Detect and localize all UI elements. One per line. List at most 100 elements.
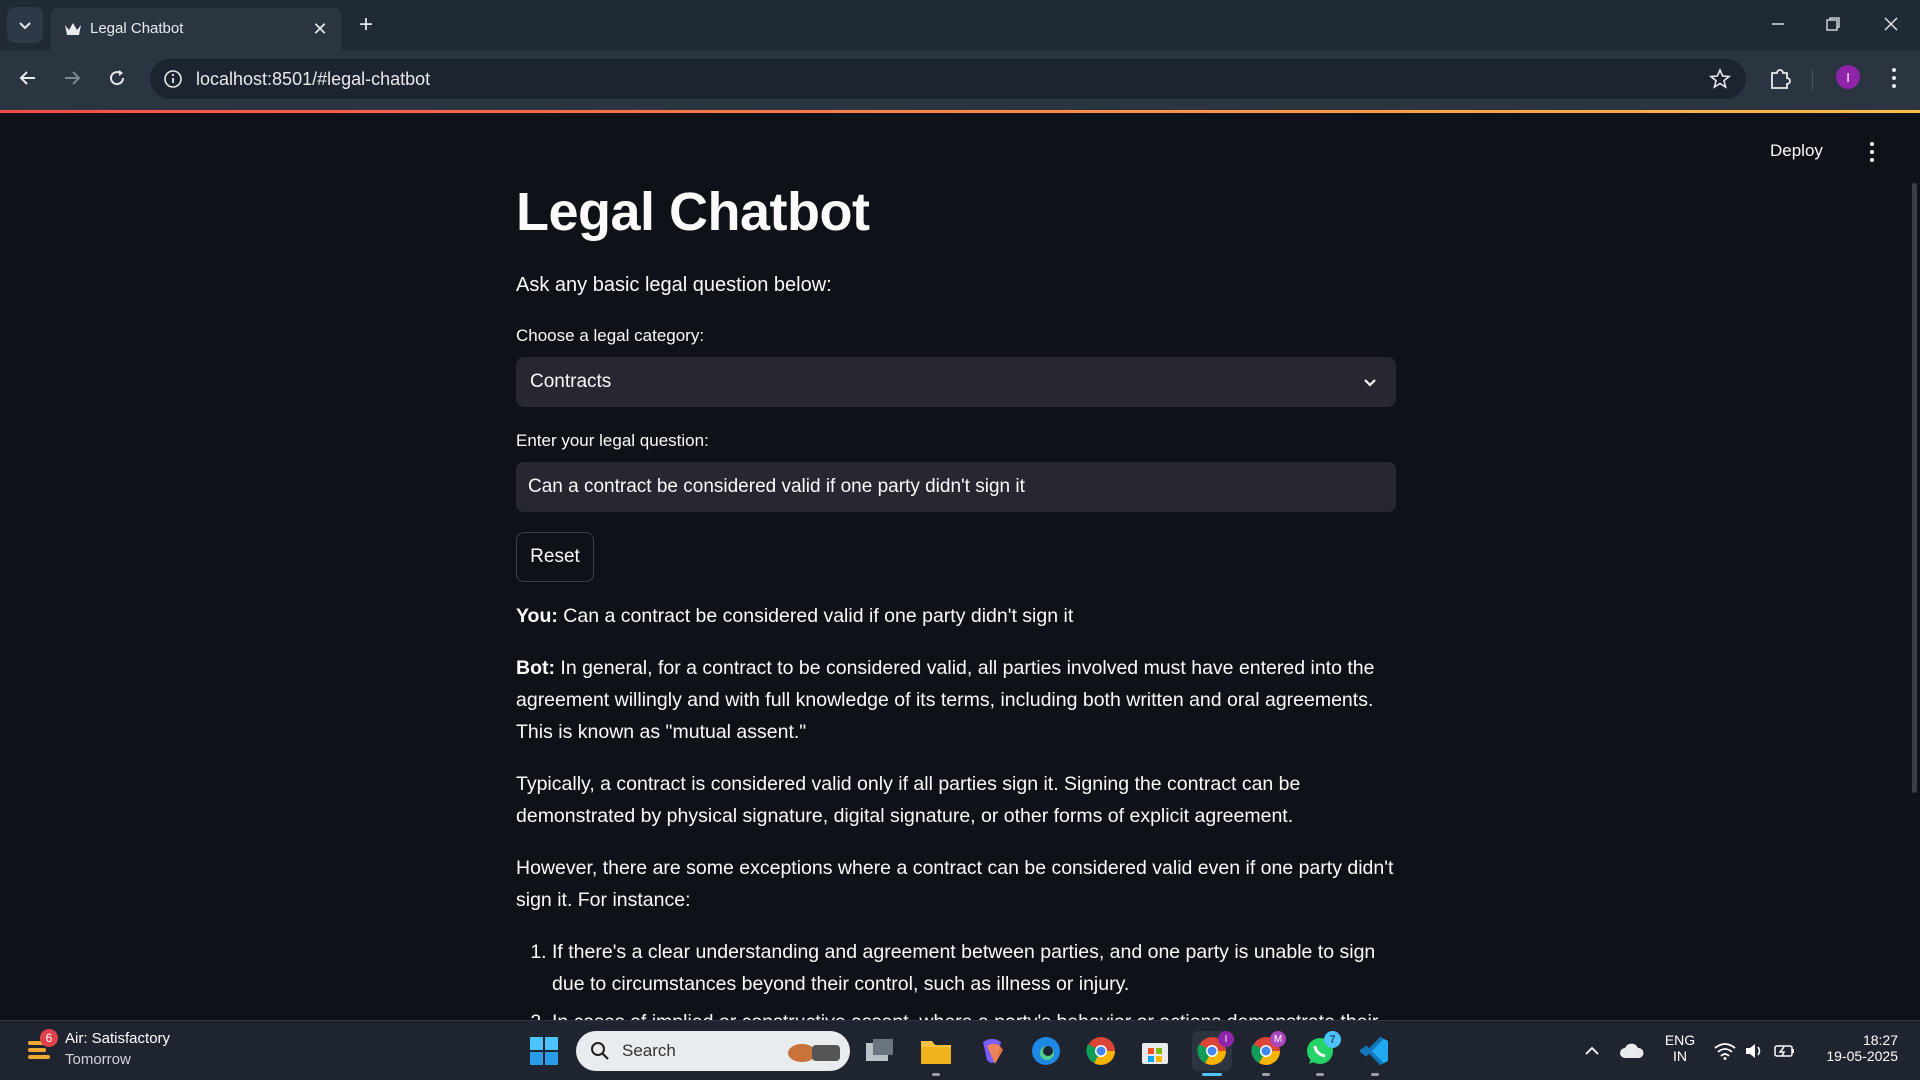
star-icon[interactable]	[1708, 67, 1732, 91]
question-label: Enter your legal question:	[516, 431, 709, 450]
arrow-left-icon	[19, 71, 35, 85]
user-message-text: Can a contract be considered valid if on…	[557, 605, 1074, 627]
category-selected-value: Contracts	[530, 371, 612, 392]
battery-charging-icon	[1774, 1045, 1794, 1057]
user-label: You:	[516, 605, 558, 627]
page-subtitle: Ask any basic legal question below:	[516, 274, 832, 296]
back-button[interactable]	[12, 62, 44, 94]
taskbar-search[interactable]: Search	[576, 1031, 850, 1071]
vscode-button[interactable]	[1357, 1033, 1393, 1069]
running-indicator	[1316, 1073, 1324, 1076]
profile-badge: M	[1270, 1031, 1286, 1047]
language-indicator[interactable]: ENG IN	[1660, 1032, 1700, 1064]
edge-button[interactable]	[1028, 1033, 1064, 1069]
browser-tabstrip: Legal Chatbot ✕ +	[0, 0, 1920, 50]
search-icon	[591, 1042, 609, 1060]
running-indicator	[1371, 1073, 1379, 1076]
restore-button[interactable]	[1813, 8, 1853, 40]
running-indicator	[932, 1073, 940, 1076]
bot-list: If there's a clear understanding and agr…	[516, 936, 1396, 1020]
address-bar[interactable]: localhost:8501/#legal-chatbot	[150, 59, 1746, 99]
scrollbar-thumb[interactable]	[1912, 183, 1917, 793]
profile-avatar[interactable]: I	[1836, 65, 1860, 89]
list-item: In cases of implied or constructive asse…	[552, 1006, 1396, 1020]
file-explorer-button[interactable]	[918, 1033, 954, 1069]
chrome-button[interactable]	[1083, 1033, 1119, 1069]
puzzle-icon[interactable]	[1767, 64, 1795, 92]
cloud-icon	[1620, 1043, 1644, 1058]
close-icon	[1884, 17, 1898, 31]
onedrive-button[interactable]	[1614, 1033, 1650, 1069]
whatsapp-button[interactable]: 7	[1302, 1031, 1341, 1069]
category-select[interactable]: Contracts	[516, 357, 1396, 407]
folder-icon	[921, 1041, 951, 1064]
search-highlight-icon	[788, 1044, 840, 1062]
info-icon[interactable]	[162, 68, 184, 90]
toolbar-divider	[1812, 70, 1813, 90]
weather-subtitle[interactable]: Tomorrow	[65, 1051, 131, 1068]
url-text: localhost:8501/#legal-chatbot	[196, 69, 431, 89]
app-container: Deploy Legal Chatbot Ask any basic legal…	[0, 113, 1920, 1020]
clock[interactable]: 18:27 19-05-2025	[1812, 1032, 1912, 1064]
start-button[interactable]	[526, 1033, 562, 1069]
forward-button[interactable]	[56, 62, 88, 94]
category-label: Choose a legal category:	[516, 326, 705, 345]
clock-date: 19-05-2025	[1826, 1048, 1898, 1064]
chevron-down-icon	[1364, 379, 1376, 387]
arrow-right-icon	[65, 71, 81, 85]
show-hidden-icons-button[interactable]	[1574, 1033, 1610, 1069]
search-placeholder: Search	[622, 1041, 676, 1060]
notification-badge: 6	[40, 1029, 58, 1047]
chevron-down-icon	[19, 22, 31, 30]
battery-status[interactable]	[1770, 1033, 1800, 1069]
wifi-icon	[1714, 1043, 1736, 1060]
profile-badge: I	[1218, 1031, 1234, 1047]
bot-paragraph: However, there are some exceptions where…	[516, 857, 1394, 911]
chrome-profile-1-button[interactable]: I	[1192, 1031, 1234, 1071]
task-view-icon	[866, 1039, 893, 1061]
minimize-button[interactable]	[1758, 8, 1798, 40]
reset-button[interactable]: Reset	[516, 532, 594, 582]
microsoft-store-button[interactable]	[1137, 1033, 1173, 1069]
new-tab-button[interactable]: +	[352, 11, 380, 39]
close-window-button[interactable]	[1871, 8, 1911, 40]
browser-tab-active[interactable]: Legal Chatbot ✕	[50, 8, 342, 50]
chevron-up-icon	[1585, 1046, 1599, 1055]
edge-icon	[1032, 1037, 1060, 1065]
wifi-status[interactable]	[1710, 1033, 1740, 1069]
user-message: You: Can a contract be considered valid …	[516, 600, 1396, 632]
volume-status[interactable]	[1740, 1033, 1770, 1069]
speaker-icon	[1746, 1044, 1761, 1058]
windows-icon	[530, 1037, 558, 1065]
copilot-button[interactable]	[974, 1033, 1010, 1069]
deploy-button[interactable]: Deploy	[1770, 141, 1823, 161]
language-code: ENG	[1664, 1032, 1696, 1048]
region-code: IN	[1673, 1048, 1687, 1064]
minimize-icon	[1772, 23, 1784, 25]
clock-time: 18:27	[1862, 1032, 1898, 1048]
browser-toolbar: localhost:8501/#legal-chatbot I	[0, 50, 1920, 110]
running-indicator	[1262, 1073, 1270, 1076]
active-indicator	[1202, 1073, 1222, 1076]
app-main-menu-button[interactable]	[1862, 141, 1882, 163]
browser-menu-button[interactable]	[1882, 64, 1906, 92]
close-icon[interactable]: ✕	[308, 17, 332, 41]
bot-label: Bot:	[516, 657, 555, 679]
chrome-profile-2-button[interactable]: M	[1248, 1031, 1286, 1069]
notification-badge: 7	[1324, 1031, 1341, 1048]
bot-paragraph: Typically, a contract is considered vali…	[516, 773, 1301, 827]
task-view-button[interactable]	[862, 1033, 898, 1069]
bot-message: Bot: In general, for a contract to be co…	[516, 652, 1396, 748]
taskbar: 6 Air: Satisfactory Tomorrow Search I M …	[0, 1020, 1920, 1080]
question-input[interactable]	[516, 462, 1396, 512]
reload-button[interactable]	[101, 62, 133, 94]
bot-message-text: In general, for a contract to be conside…	[516, 657, 1375, 743]
page-title: Legal Chatbot	[516, 182, 870, 242]
copilot-icon	[983, 1039, 1003, 1064]
restore-icon	[1826, 17, 1840, 31]
vscode-icon	[1360, 1036, 1388, 1066]
crown-icon	[65, 23, 81, 35]
tab-search-button[interactable]	[7, 7, 43, 43]
weather-title[interactable]: Air: Satisfactory	[65, 1030, 170, 1047]
tab-title: Legal Chatbot	[90, 20, 184, 37]
